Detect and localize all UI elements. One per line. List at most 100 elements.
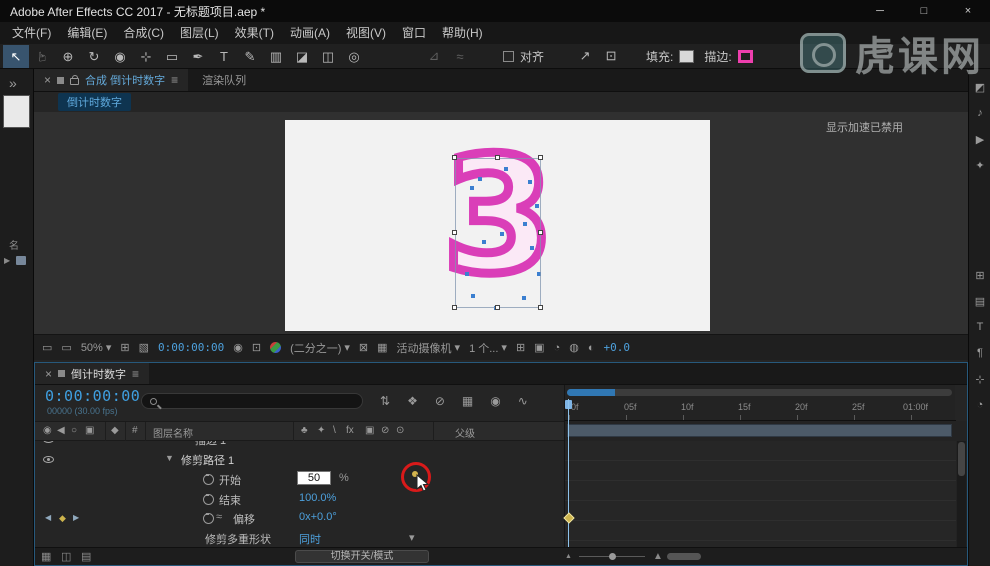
menu-item-view[interactable]: 视图(V) bbox=[338, 22, 394, 44]
brush-tool-icon[interactable]: ✎ bbox=[237, 45, 263, 68]
offset-value[interactable]: 0x+0.0° bbox=[299, 511, 337, 523]
property-row-start[interactable]: 开始 % bbox=[35, 469, 564, 489]
exposure-icon[interactable]: ◐ bbox=[588, 342, 595, 354]
maximize-button[interactable]: □ bbox=[902, 0, 946, 22]
tab-composition[interactable]: × 合成 倒计时数字 ≡ bbox=[34, 69, 189, 91]
timeline-graph-area[interactable]: 0f 05f 10f 15f 20f 25f 01:00f bbox=[563, 385, 956, 547]
close-tab-icon[interactable]: × bbox=[44, 73, 51, 87]
prev-keyframe-icon[interactable]: ◀ bbox=[45, 513, 51, 522]
current-time-indicator[interactable] bbox=[568, 399, 569, 547]
menu-item-file[interactable]: 文件(F) bbox=[4, 22, 59, 44]
exposure-value[interactable]: +0.0 bbox=[604, 341, 631, 354]
frame-blend-switch-icon[interactable]: ▣ bbox=[365, 425, 374, 436]
panel-tab-character-icon[interactable]: T bbox=[969, 321, 990, 333]
audio-column-icon[interactable]: ◀ bbox=[57, 425, 65, 436]
next-keyframe-icon[interactable]: ▶ bbox=[73, 513, 79, 522]
selection-tool-icon[interactable]: ↖ bbox=[3, 44, 29, 68]
zoom-in-mountain-icon[interactable]: ▲ bbox=[653, 551, 663, 562]
mini-flowchart-icon[interactable]: ⇅ bbox=[380, 394, 390, 408]
current-timecode[interactable]: 0:00:00:00 bbox=[45, 387, 140, 405]
selection-handle[interactable] bbox=[452, 155, 457, 160]
shy-switch-icon[interactable]: ♣ bbox=[301, 425, 308, 436]
panel-tab-align-icon[interactable]: ⊞ bbox=[969, 269, 990, 282]
threed-switch-icon[interactable]: ⊙ bbox=[396, 425, 404, 436]
tree-caret-icon[interactable]: ▶ bbox=[4, 256, 10, 265]
panel-tab-effects-icon[interactable]: ✦ bbox=[969, 159, 990, 172]
time-navigator-track[interactable] bbox=[567, 389, 952, 396]
index-column-label[interactable]: # bbox=[132, 425, 138, 436]
selection-handle[interactable] bbox=[452, 230, 457, 235]
always-preview-icon[interactable]: ▭ bbox=[42, 341, 52, 354]
quality-switch-icon[interactable]: \ bbox=[333, 425, 336, 436]
primary-viewer-icon[interactable]: ▭ bbox=[61, 341, 71, 354]
menu-item-layer[interactable]: 图层(L) bbox=[172, 22, 227, 44]
zoom-tool-icon[interactable]: ⊕ bbox=[55, 45, 81, 68]
shy-layers-icon[interactable]: ⊘ bbox=[435, 394, 445, 408]
panel-tab-paragraph-icon[interactable]: ¶ bbox=[969, 347, 990, 359]
roto-brush-tool-icon[interactable]: ◫ bbox=[315, 45, 341, 68]
camera-tool-icon[interactable]: ◉ bbox=[107, 45, 133, 68]
keyframe-lanes[interactable] bbox=[565, 441, 956, 547]
workspace-icon[interactable]: ↗ bbox=[572, 48, 598, 64]
eraser-tool-icon[interactable]: ◪ bbox=[289, 45, 315, 68]
parent-column-label[interactable]: 父级 bbox=[455, 425, 475, 440]
stopwatch-icon[interactable] bbox=[203, 494, 214, 505]
graph-editor-icon[interactable]: ∿ bbox=[518, 394, 528, 408]
property-row-stroke[interactable]: 描边 1 bbox=[35, 441, 564, 449]
motion-blur-icon[interactable]: ◉ bbox=[490, 394, 500, 408]
property-row-offset[interactable]: ◀ ◆ ▶ ≈ 偏移 0x+0.0° bbox=[35, 508, 564, 528]
property-row-trim-mode[interactable]: 修剪多重形状 同时 ▾ bbox=[35, 528, 564, 547]
group-label[interactable]: 修剪路径 1 bbox=[181, 452, 234, 468]
in-out-pane-icon[interactable]: ▤ bbox=[81, 550, 91, 563]
selection-handle[interactable] bbox=[538, 155, 543, 160]
start-value-input[interactable] bbox=[297, 471, 331, 485]
composition-canvas[interactable]: 3 bbox=[285, 120, 710, 331]
fill-color-swatch[interactable] bbox=[679, 49, 695, 63]
close-tab-icon[interactable]: × bbox=[45, 367, 52, 381]
tab-timeline-comp[interactable]: × 倒计时数字 ≡ bbox=[35, 363, 150, 384]
expand-panel-button[interactable]: » bbox=[9, 75, 17, 91]
clone-stamp-tool-icon[interactable]: ▥ bbox=[263, 45, 289, 68]
grid-guides-icon[interactable]: ⊞ bbox=[120, 341, 129, 354]
solo-column-icon[interactable]: ○ bbox=[71, 425, 77, 436]
frame-blending-icon[interactable]: ▦ bbox=[462, 394, 473, 408]
layer-switches-pane-icon[interactable]: ▦ bbox=[41, 550, 51, 563]
pan-behind-tool-icon[interactable]: ⊹ bbox=[133, 45, 159, 68]
timeline-zoom-knob[interactable] bbox=[609, 553, 616, 560]
camera-dropdown[interactable]: 活动摄像机 ▾ bbox=[397, 340, 461, 356]
close-button[interactable]: × bbox=[946, 0, 990, 22]
label-column-icon[interactable]: ◆ bbox=[111, 425, 119, 436]
panel-tab-mask-icon[interactable]: ◔ bbox=[969, 399, 990, 411]
panel-tab-preview-icon[interactable]: ▶ bbox=[969, 133, 990, 146]
zoom-out-mountain-icon[interactable]: ▲ bbox=[565, 553, 572, 560]
transparency-grid-icon[interactable]: ▦ bbox=[377, 341, 387, 354]
snapshot-icon[interactable]: ◉ bbox=[233, 341, 243, 354]
project-thumbnail[interactable] bbox=[3, 95, 30, 128]
panel-tab-libraries-icon[interactable]: ▤ bbox=[969, 295, 990, 308]
time-ruler[interactable]: 0f 05f 10f 15f 20f 25f 01:00f bbox=[565, 399, 956, 421]
region-of-interest-icon[interactable]: ⊠ bbox=[359, 341, 368, 354]
eye-icon[interactable] bbox=[43, 456, 54, 463]
layer-name-column-label[interactable]: 图层名称 bbox=[153, 425, 193, 440]
panel-tab-audio-icon[interactable]: ♪ bbox=[969, 107, 990, 119]
lock-column-icon[interactable]: ▣ bbox=[85, 425, 94, 436]
timeline-vertical-scrollbar[interactable] bbox=[957, 441, 966, 547]
stroke-color-swatch[interactable] bbox=[737, 49, 753, 63]
menu-item-composition[interactable]: 合成(C) bbox=[115, 22, 172, 44]
draft-3d-icon[interactable]: ❖ bbox=[407, 394, 418, 408]
work-area-bar[interactable] bbox=[567, 424, 952, 437]
fx-switch-icon[interactable]: fx bbox=[346, 425, 354, 436]
puppet-pin-tool-icon[interactable]: ◎ bbox=[341, 45, 367, 68]
composition-viewer[interactable]: 3 显示加速已禁用 bbox=[34, 112, 968, 334]
selection-handle[interactable] bbox=[538, 305, 543, 310]
minimize-button[interactable]: ─ bbox=[858, 0, 902, 22]
mask-visibility-icon[interactable]: ▧ bbox=[139, 341, 149, 354]
rotation-tool-icon[interactable]: ↻ bbox=[81, 45, 107, 68]
type-tool-icon[interactable]: T bbox=[211, 45, 237, 68]
pixel-aspect-icon[interactable]: ▣ bbox=[534, 341, 544, 354]
end-value[interactable]: 100.0% bbox=[299, 492, 336, 504]
channel-icon[interactable] bbox=[270, 342, 282, 353]
time-navigator-range[interactable] bbox=[567, 389, 615, 396]
toggle-switches-modes-button[interactable]: 切换开关/模式 bbox=[295, 550, 429, 563]
menu-item-edit[interactable]: 编辑(E) bbox=[59, 22, 115, 44]
